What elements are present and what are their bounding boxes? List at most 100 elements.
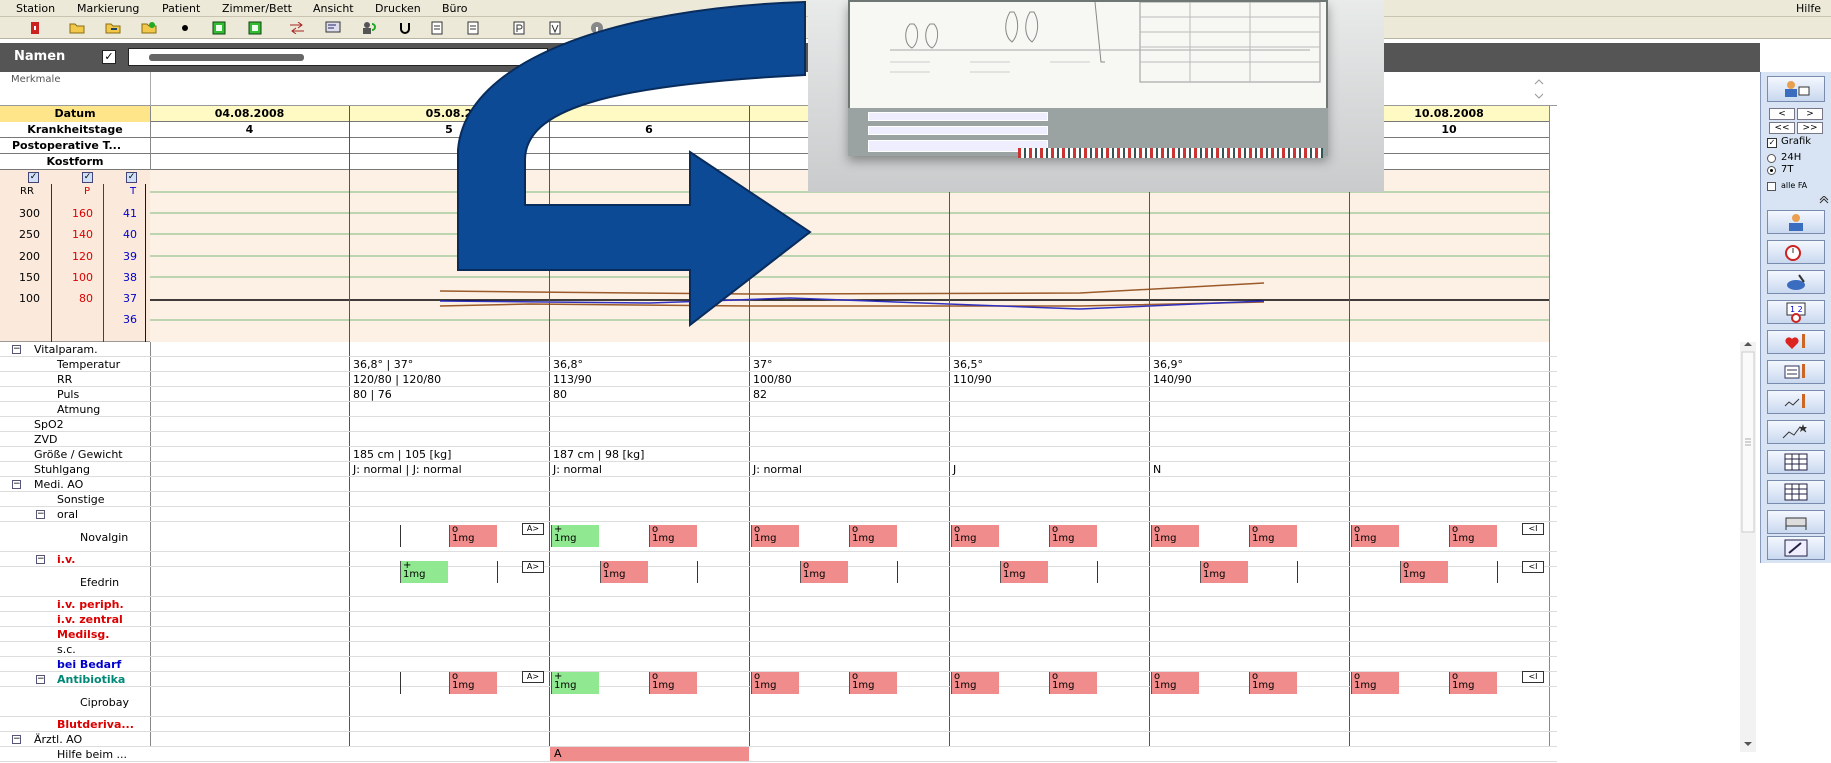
collapse-icon[interactable]: − xyxy=(12,735,21,744)
green-page-2-icon[interactable] xyxy=(246,19,264,36)
ciprobay-dose[interactable]: o 1mg xyxy=(1151,672,1199,694)
sonstige-label[interactable]: Sonstige xyxy=(57,493,105,506)
novalgin-dose[interactable]: o 1mg xyxy=(951,525,999,547)
menu-patient[interactable]: Patient xyxy=(162,2,200,15)
novalgin-label[interactable]: Novalgin xyxy=(80,531,128,544)
folder-green-icon[interactable] xyxy=(140,19,158,36)
transfer-arrows-icon[interactable] xyxy=(288,19,306,36)
novalgin-dose[interactable]: o 1mg xyxy=(751,525,799,547)
efedrin-dose[interactable]: o 1mg xyxy=(800,561,848,583)
ciprobay-dose[interactable]: o 1mg xyxy=(951,672,999,694)
spo2-label[interactable]: SpO2 xyxy=(34,418,64,431)
edit-pen-button[interactable] xyxy=(1767,536,1825,560)
collapse-icon[interactable]: − xyxy=(36,510,45,519)
name-checkbox[interactable]: ✓ xyxy=(102,50,116,64)
menu-zimmer-bett[interactable]: Zimmer/Bett xyxy=(222,2,292,15)
ciprobay-dose[interactable]: o 1mg xyxy=(849,672,897,694)
iv-periph-label[interactable]: i.v. periph. xyxy=(57,598,124,611)
continue-left-arrow[interactable]: <I xyxy=(1522,561,1544,573)
ciprobay-label[interactable]: Ciprobay xyxy=(80,696,129,709)
novalgin-dose[interactable]: +1mg xyxy=(551,525,599,547)
menu-ansicht[interactable]: Ansicht xyxy=(313,2,354,15)
menu-hilfe[interactable]: Hilfe xyxy=(1796,2,1821,15)
medilsg-label[interactable]: Medilsg. xyxy=(57,628,109,641)
blutderiva-label[interactable]: Blutderiva... xyxy=(57,718,134,731)
oral-label[interactable]: oral xyxy=(57,508,78,521)
medi-ao-label[interactable]: Medi. AO xyxy=(34,478,83,491)
efedrin-label[interactable]: Efedrin xyxy=(80,576,119,589)
table-button[interactable] xyxy=(1767,450,1825,474)
efedrin-dose[interactable]: o 1mg xyxy=(1400,561,1448,583)
mortar-button[interactable] xyxy=(1767,270,1825,294)
zvd-label[interactable]: ZVD xyxy=(34,433,58,446)
ciprobay-dose[interactable]: o 1mg xyxy=(1449,672,1497,694)
novalgin-dose[interactable]: o 1mg xyxy=(1151,525,1199,547)
exit-icon[interactable] xyxy=(26,19,44,36)
menu-station[interactable]: Station xyxy=(16,2,55,15)
t-toggle-checkbox[interactable]: ✓ xyxy=(126,172,137,183)
novalgin-dose[interactable]: o 1mg xyxy=(849,525,897,547)
calendar-clock-button[interactable]: 1 2 xyxy=(1767,300,1825,324)
menu-markierung[interactable]: Markierung xyxy=(77,2,139,15)
u-icon[interactable] xyxy=(396,19,414,36)
page-icon[interactable] xyxy=(428,19,446,36)
monitor-icon[interactable] xyxy=(324,19,342,36)
green-page-icon[interactable] xyxy=(210,19,228,36)
novalgin-dose[interactable]: o 1mg xyxy=(1449,525,1497,547)
rr-label[interactable]: RR xyxy=(57,373,72,386)
novalgin-dose[interactable]: o 1mg xyxy=(649,525,697,547)
ciprobay-dose[interactable]: o 1mg xyxy=(751,672,799,694)
novalgin-dose[interactable]: o 1mg xyxy=(1351,525,1399,547)
continue-right-arrow[interactable]: A> xyxy=(522,561,544,573)
novalgin-dose[interactable]: o 1mg xyxy=(449,525,497,547)
vitalparam-label[interactable]: Vitalparam. xyxy=(34,343,98,356)
aerztl-ao-label[interactable]: Ärztl. AO xyxy=(34,733,82,746)
prev-button[interactable]: < xyxy=(1769,108,1795,120)
alle-fa-checkbox[interactable] xyxy=(1767,182,1776,191)
temperatur-label[interactable]: Temperatur xyxy=(57,358,120,371)
iv-label[interactable]: i.v. xyxy=(57,553,75,566)
puls-label[interactable]: Puls xyxy=(57,388,79,401)
7t-radio[interactable] xyxy=(1767,166,1776,175)
chart-star-button[interactable] xyxy=(1767,420,1825,444)
merkmale-scroll-icon[interactable] xyxy=(1532,76,1546,102)
continue-right-arrow[interactable]: A> xyxy=(522,671,544,683)
collapse-icon[interactable]: − xyxy=(12,345,21,354)
next-button[interactable]: > xyxy=(1797,108,1823,120)
continue-left-arrow[interactable]: <I xyxy=(1522,671,1544,683)
hilfe-beim-label[interactable]: Hilfe beim ... xyxy=(57,748,127,761)
patient-view-button[interactable] xyxy=(1767,76,1825,102)
stopwatch-button[interactable] xyxy=(1767,240,1825,264)
ciprobay-dose[interactable]: +1mg xyxy=(551,672,599,694)
stuhlgang-label[interactable]: Stuhlgang xyxy=(34,463,90,476)
ciprobay-dose[interactable]: o 1mg xyxy=(1351,672,1399,694)
continue-left-arrow[interactable]: <I xyxy=(1522,523,1544,535)
people-refresh-icon[interactable] xyxy=(360,19,378,36)
ciprobay-dose[interactable]: o 1mg xyxy=(1049,672,1097,694)
efedrin-dose[interactable]: +1mg xyxy=(400,561,448,583)
bei-bedarf-label[interactable]: bei Bedarf xyxy=(57,658,121,671)
bed-button[interactable] xyxy=(1767,510,1825,534)
hilfe-order-marker[interactable]: A xyxy=(550,747,749,761)
efedrin-dose[interactable]: o 1mg xyxy=(600,561,648,583)
dot-icon[interactable] xyxy=(176,19,194,36)
folder-arrow-icon[interactable] xyxy=(104,19,122,36)
ciprobay-dose[interactable]: o 1mg xyxy=(1249,672,1297,694)
iv-zentral-label[interactable]: i.v. zentral xyxy=(57,613,123,626)
page-forward-button[interactable]: >> xyxy=(1797,122,1823,134)
efedrin-dose[interactable]: o 1mg xyxy=(1200,561,1248,583)
collapse-icon[interactable]: − xyxy=(36,675,45,684)
grafik-checkbox[interactable]: ✓ xyxy=(1767,138,1777,148)
collapse-icon[interactable]: − xyxy=(36,555,45,564)
novalgin-dose[interactable]: o 1mg xyxy=(1249,525,1297,547)
table-save-button[interactable] xyxy=(1767,480,1825,504)
ciprobay-dose[interactable]: o 1mg xyxy=(649,672,697,694)
24h-radio[interactable] xyxy=(1767,154,1776,163)
efedrin-dose[interactable]: o 1mg xyxy=(1000,561,1048,583)
p-toggle-checkbox[interactable]: ✓ xyxy=(82,172,93,183)
continue-right-arrow[interactable]: A> xyxy=(522,523,544,535)
ciprobay-dose[interactable]: o 1mg xyxy=(449,672,497,694)
menu-drucken[interactable]: Drucken xyxy=(375,2,421,15)
open-folder-icon[interactable] xyxy=(68,19,86,36)
page-back-button[interactable]: << xyxy=(1769,122,1795,134)
